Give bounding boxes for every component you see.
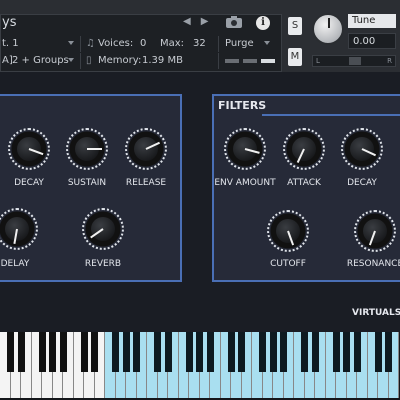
memory-label: Memory: [98, 55, 142, 66]
level-meter-left [225, 59, 239, 63]
release-knob[interactable] [125, 128, 167, 170]
camera-icon[interactable] [225, 15, 243, 29]
piano-black-key[interactable] [49, 332, 56, 372]
piano-black-key[interactable] [301, 332, 308, 372]
midi-dropdown-icon[interactable] [68, 58, 74, 62]
voices-label: Voices: [98, 38, 134, 49]
cutoff-label: CUTOFF [270, 259, 306, 269]
reverb-knob[interactable] [82, 208, 124, 250]
pan-slider[interactable]: L R [312, 55, 396, 67]
groups-value[interactable]: 2 + Groups [12, 55, 69, 66]
purge-dropdown-icon[interactable] [264, 41, 270, 45]
info-icon[interactable]: i [256, 16, 270, 30]
header-row-output: t. 1 ♫ Voices: 0 Max: 32 Purge [0, 36, 282, 52]
envelope-panel [0, 94, 182, 282]
piano-black-key[interactable] [164, 332, 172, 372]
piano-black-key[interactable] [238, 332, 245, 372]
filter-decay-label: DECAY [347, 178, 377, 188]
piano-black-key[interactable] [343, 332, 350, 372]
piano-black-key[interactable] [91, 332, 98, 372]
delay-label: DELAY [0, 259, 30, 269]
tune-knob[interactable] [312, 13, 344, 45]
output-value[interactable]: t. 1 [2, 38, 19, 49]
max-voices-value[interactable]: 32 [193, 38, 206, 49]
piano-black-key[interactable] [385, 332, 392, 372]
tune-label: Tune [348, 14, 396, 28]
filter-decay-knob[interactable] [341, 128, 383, 170]
piano-black-key[interactable] [227, 332, 235, 372]
env-amount-knob[interactable] [224, 128, 266, 170]
pan-left-label: L [316, 57, 320, 65]
piano-black-key[interactable] [154, 332, 161, 372]
header-row-midi: A] 2 + Groups ▯ Memory: 1.39 MB [0, 53, 282, 69]
max-label: Max: [160, 38, 185, 49]
filters-header-line [262, 114, 400, 116]
piano-black-key[interactable] [112, 332, 119, 372]
attack-knob[interactable] [283, 128, 325, 170]
piano-black-key[interactable] [280, 332, 287, 372]
tune-value[interactable]: 0.00 [348, 33, 396, 49]
piano-black-key[interactable] [374, 332, 382, 372]
purge-menu[interactable]: Purge [225, 38, 254, 49]
level-meter-right [261, 59, 275, 63]
solo-button[interactable]: S [288, 17, 302, 35]
pan-right-label: R [387, 57, 392, 65]
piano-black-key[interactable] [206, 332, 214, 372]
filters-title: FILTERS [214, 97, 271, 115]
release-label: RELEASE [125, 178, 167, 188]
memory-value: 1.39 MB [142, 55, 183, 66]
voices-icon: ♫ [86, 38, 95, 49]
delay-knob[interactable] [0, 208, 38, 250]
piano-black-key[interactable] [332, 332, 340, 372]
memory-icon: ▯ [86, 55, 92, 66]
piano-black-key[interactable] [185, 332, 193, 372]
piano-black-key[interactable] [59, 332, 67, 372]
instrument-header: ys ◀▶ i t. 1 ♫ Voices: 0 Max: 32 Purge A… [0, 0, 400, 72]
output-dropdown-icon[interactable] [68, 41, 74, 45]
filters-panel [212, 94, 400, 282]
piano-black-key[interactable] [122, 332, 130, 372]
sustain-knob[interactable] [66, 128, 108, 170]
brand-logo: VIRTUALS [352, 308, 400, 318]
level-meter-mid [243, 59, 257, 63]
piano-black-key[interactable] [353, 332, 361, 372]
piano-black-key[interactable] [259, 332, 266, 372]
pan-slider-handle[interactable] [349, 57, 361, 65]
cutoff-knob[interactable] [267, 210, 309, 252]
mute-button[interactable]: M [288, 48, 302, 66]
piano-black-key[interactable] [17, 332, 25, 372]
piano-black-key[interactable] [196, 332, 203, 372]
piano-black-key[interactable] [269, 332, 277, 372]
resonance-label: RESONANCE [346, 259, 400, 269]
reverb-label: REVERB [84, 259, 122, 269]
piano-black-key[interactable] [7, 332, 14, 372]
instrument-nav-arrows[interactable]: ◀▶ [183, 16, 218, 27]
piano-black-key[interactable] [80, 332, 88, 372]
piano-black-key[interactable] [38, 332, 46, 372]
decay-knob[interactable] [8, 128, 50, 170]
piano-black-key[interactable] [133, 332, 140, 372]
voices-value: 0 [140, 38, 147, 49]
resonance-knob[interactable] [354, 210, 396, 252]
piano-keyboard[interactable] [0, 332, 400, 400]
piano-black-key[interactable] [311, 332, 319, 372]
